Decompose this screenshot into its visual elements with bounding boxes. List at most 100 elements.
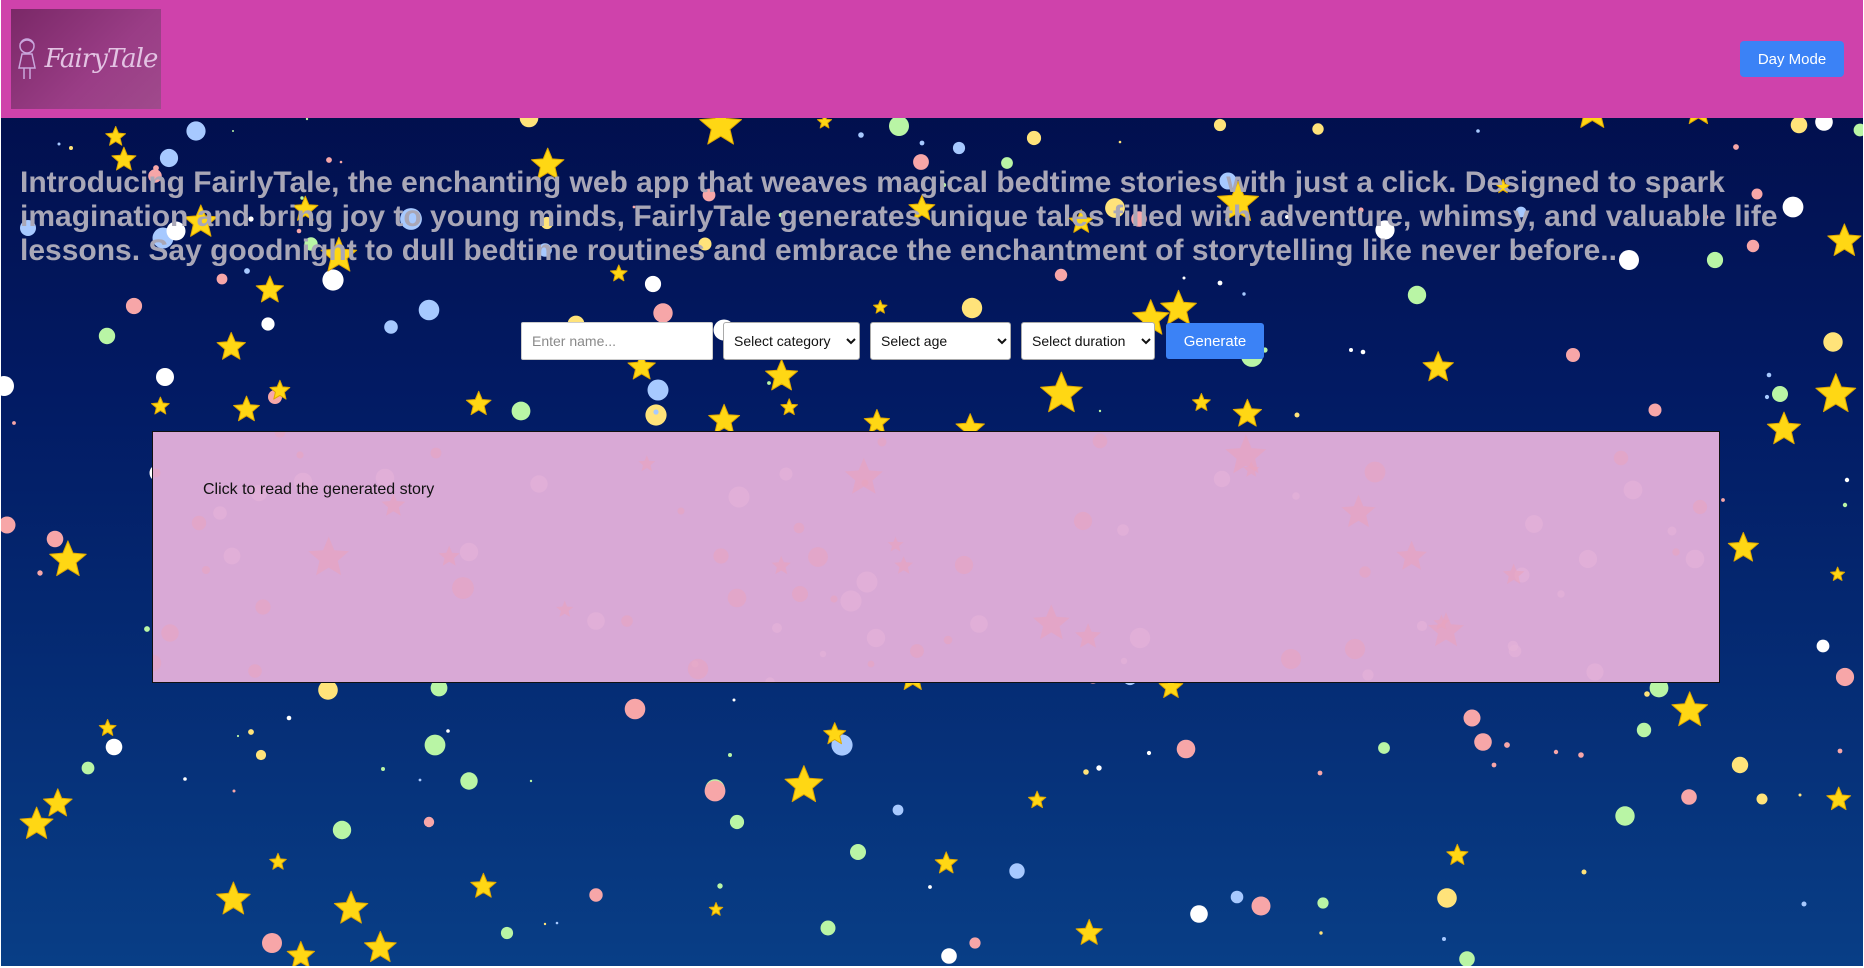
- decor-dot: [1437, 888, 1457, 908]
- decor-dot: [1292, 492, 1300, 500]
- decor-dot: [1463, 709, 1481, 727]
- duration-select[interactable]: Select duration: [1021, 322, 1155, 360]
- decor-dot: [1566, 348, 1580, 362]
- star-icon: [19, 806, 54, 839]
- star-icon: [1827, 223, 1862, 256]
- logo[interactable]: FairyTale: [11, 9, 161, 109]
- decor-dot: [1213, 470, 1231, 488]
- decor-dot: [727, 588, 747, 608]
- decor-dot: [1360, 349, 1366, 355]
- decor-dot: [767, 381, 771, 385]
- decor-dot: [589, 888, 603, 902]
- star-icon: [1075, 623, 1101, 648]
- star-icon: [863, 409, 890, 434]
- story-prompt[interactable]: Click to read the generated story: [203, 481, 434, 499]
- star-icon: [333, 890, 369, 924]
- decor-dot: [1120, 657, 1128, 665]
- decor-dot: [460, 772, 478, 790]
- decor-dot: [384, 320, 398, 334]
- decor-dot: [12, 421, 16, 425]
- age-select[interactable]: Select age: [870, 322, 1011, 360]
- decor-dot: [1, 376, 14, 396]
- decor-dot: [943, 635, 953, 645]
- story-panel[interactable]: Click to read the generated story: [152, 431, 1720, 683]
- decor-dot: [830, 595, 838, 603]
- star-icon: [438, 545, 460, 566]
- decor-dot: [779, 467, 793, 481]
- decor-dot: [970, 615, 988, 633]
- star-icon: [1815, 373, 1857, 413]
- decor-dot: [1230, 890, 1244, 904]
- decor-dot: [1474, 733, 1492, 751]
- decor-dot: [1054, 268, 1068, 282]
- decor-dot: [793, 522, 805, 534]
- decor-dot: [1281, 649, 1301, 669]
- decor-dot: [1798, 793, 1802, 797]
- star-icon: [1232, 398, 1262, 427]
- decor-dot: [232, 130, 234, 132]
- star-icon: [638, 455, 656, 472]
- decor-dot: [961, 297, 983, 319]
- star-icon: [269, 379, 291, 400]
- decor-dot: [202, 566, 210, 574]
- decor-dot: [653, 303, 673, 323]
- star-icon: [771, 555, 791, 575]
- decor-dot: [418, 299, 440, 321]
- star-icon: [43, 788, 73, 817]
- decor-dot: [1801, 901, 1807, 907]
- decor-dot: [500, 926, 514, 940]
- generate-button[interactable]: Generate: [1166, 323, 1264, 359]
- decor-dot: [1442, 937, 1446, 941]
- logo-text: FairyTale: [44, 44, 159, 74]
- star-icon: [470, 872, 497, 898]
- decor-dot: [1681, 789, 1697, 805]
- decor-dot: [1146, 750, 1152, 756]
- decor-dot: [430, 447, 442, 459]
- decor-dot: [644, 275, 662, 293]
- decor-dot: [1294, 412, 1300, 418]
- decor-dot: [867, 660, 875, 668]
- decor-dot: [156, 368, 174, 386]
- decor-dot: [69, 146, 73, 150]
- decor-dot: [1459, 951, 1475, 966]
- star-icon: [105, 126, 126, 146]
- decor-dot: [153, 468, 161, 478]
- decor-dot: [877, 437, 887, 447]
- decor-dot: [1491, 762, 1497, 768]
- decor-dot: [216, 273, 228, 285]
- fairy-girl-icon: [17, 38, 36, 79]
- decor-dot: [1359, 566, 1371, 578]
- decor-dot: [423, 816, 435, 828]
- decor-dot: [1217, 280, 1223, 286]
- decor-dot: [687, 658, 709, 680]
- decor-dot: [765, 677, 775, 682]
- star-icon: [465, 390, 492, 416]
- decor-dot: [446, 729, 450, 733]
- decor-dot: [717, 883, 723, 889]
- decor-dot: [1525, 515, 1543, 533]
- decor-dot: [1692, 499, 1708, 515]
- decor-dot: [274, 432, 286, 438]
- decor-dot: [1083, 769, 1089, 775]
- decor-dot: [1364, 461, 1386, 483]
- decor-dot: [1416, 620, 1428, 632]
- star-icon: [823, 722, 847, 745]
- decor-dot: [105, 738, 123, 756]
- decor-dot: [1636, 722, 1652, 738]
- star-icon: [708, 902, 724, 916]
- decor-dot: [144, 626, 150, 632]
- decor-dot: [322, 269, 344, 291]
- decor-dot: [255, 749, 267, 761]
- decor-dot: [1507, 640, 1519, 652]
- category-select[interactable]: Select category: [723, 322, 860, 360]
- decor-dot: [1816, 639, 1830, 653]
- day-mode-button[interactable]: Day Mode: [1740, 41, 1844, 77]
- decor-dot: [928, 885, 932, 889]
- decor-dot: [381, 767, 385, 771]
- decor-dot: [889, 116, 909, 136]
- name-input[interactable]: [521, 322, 713, 360]
- decor-dot: [1835, 667, 1855, 687]
- decor-dot: [1667, 526, 1677, 536]
- decor-dot: [459, 542, 479, 562]
- star-icon: [844, 457, 883, 494]
